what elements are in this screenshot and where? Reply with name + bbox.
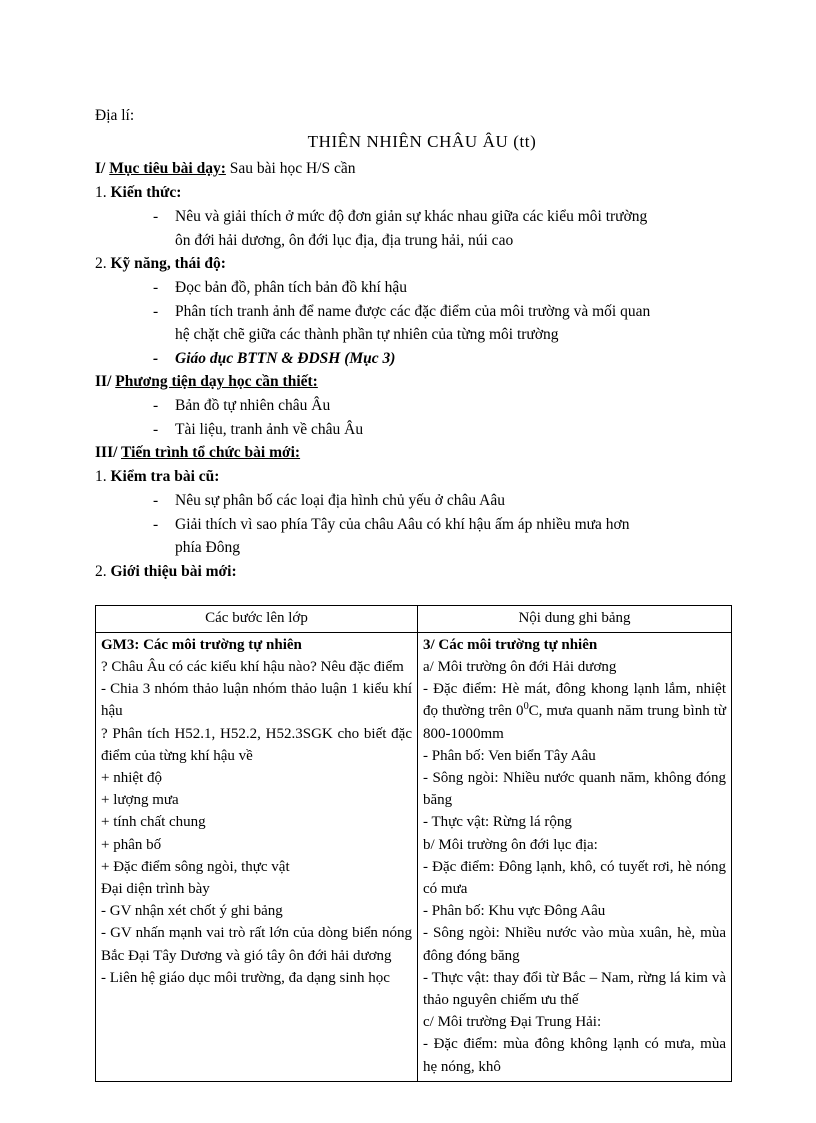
list-item: - Nêu và giải thích ở mức độ đơn giản sự…	[95, 205, 731, 252]
section-title: Tiến trình tổ chức bài mới:	[121, 444, 301, 461]
subsection-number: 2.	[95, 562, 107, 580]
cell-paragraph: - Đặc điểm: Hè mát, đông khong lạnh lắm,…	[423, 681, 726, 742]
bullet-dash: -	[153, 420, 159, 438]
cell-right-column: 3/ Các môi trường tự nhiên a/ Môi trường …	[417, 631, 732, 1082]
bullet-dash: -	[153, 397, 159, 414]
cell-paragraph: ? Châu Âu có các kiểu khí hậu nào? Nêu đ…	[101, 658, 404, 675]
bullet-dash: -	[153, 208, 159, 225]
cell-paragraph: Đại diện trình bày	[101, 880, 210, 897]
cell-paragraph: + tính chất chung	[101, 814, 206, 831]
section-heading-phuong-tien: II/ Phương tiện dạy học cần thiết:	[95, 370, 731, 394]
section-heading-muc-tieu: I/ Mục tiêu bài dạy: Sau bài học H/S cần	[95, 157, 731, 181]
bullet-dash: -	[153, 349, 159, 367]
cell-paragraph: - Đặc điểm: mùa đông không lạnh có mưa, …	[423, 1036, 726, 1075]
document-body: Địa lí: THIÊN NHIÊN CHÂU ÂU (tt) I/ Mục …	[95, 104, 732, 1082]
cell-paragraph: - Chia 3 nhóm thảo luận nhóm thảo luận 1…	[101, 681, 412, 720]
cell-paragraph: - GV nhận xét chốt ý ghi bảng	[101, 903, 283, 920]
subsection-heading-kiem-tra: 1. Kiểm tra bài cũ:	[95, 465, 731, 489]
cell-paragraph: + lượng mưa	[101, 792, 179, 809]
lesson-table-wrapper: Các bước lên lớp Nội dung ghi bảng GM3: …	[95, 604, 732, 1082]
bullet-line: Giáo dục BTTN & ĐDSH (Mục 3)	[175, 349, 396, 367]
cell-paragraph: + Đặc điểm sông ngòi, thực vật	[101, 858, 290, 875]
left-column-lines: GM3: Các môi trường tự nhiên ? Châu Âu có…	[101, 634, 412, 989]
bullet-dash: -	[153, 492, 159, 509]
cell-paragraph: - Sông ngòi: Nhiều nước quanh năm, không…	[423, 769, 726, 809]
cell-paragraph: - GV nhấn mạnh vai trò rất lớn của dòng …	[101, 925, 412, 964]
section-title: Mục tiêu bài dạy:	[109, 160, 226, 177]
cell-paragraph: - Đặc điểm: Đông lạnh, khô, có tuyết rơi…	[423, 858, 726, 897]
table-row: GM3: Các môi trường tự nhiên ? Châu Âu có…	[95, 631, 732, 1082]
right-column-lines: 3/ Các môi trường tự nhiên a/ Môi trường …	[423, 634, 726, 1078]
cell-paragraph: c/ Môi trường Đại Trung Hải:	[423, 1014, 602, 1031]
bullet-line: Nêu và giải thích ở mức độ đơn giản sự k…	[175, 208, 648, 225]
subsection-heading-ky-nang: 2. Kỹ năng, thái độ:	[95, 252, 731, 276]
section-trailing: Sau bài học H/S cần	[225, 160, 356, 177]
subsection-title: Kiểm tra bài cũ:	[110, 468, 220, 485]
subsection-heading-gioi-thieu: 2. Giới thiệu bài mới:	[95, 560, 731, 584]
section-prefix: I/	[95, 160, 106, 177]
bullet-line: ôn đới hải dương, ôn đới lục địa, địa tr…	[175, 231, 514, 249]
section-title: Phương tiện dạy học cần thiết:	[115, 373, 318, 390]
subsection-heading-kien-thuc: 1. Kiến thức:	[95, 181, 731, 205]
subsection-number: 1.	[95, 184, 107, 201]
cell-paragraph: + phân bố	[101, 836, 162, 853]
column-header-steps: Các bước lên lớp	[95, 604, 418, 633]
subsection-title: Kỹ năng, thái độ:	[110, 255, 226, 272]
list-item: - Nêu sự phân bố các loại địa hình chủ y…	[95, 489, 731, 513]
bullet-line: hệ chặt chẽ giữa các thành phần tự nhiên…	[175, 326, 559, 343]
subsection-title: Giới thiệu bài mới:	[110, 562, 237, 580]
bullet-line: phía Đông	[175, 539, 241, 556]
list-item-emphasis: - Giáo dục BTTN & ĐDSH (Mục 3)	[95, 347, 731, 371]
subsection-number: 2.	[95, 255, 107, 272]
section-prefix: III/	[95, 444, 118, 461]
bullet-line: Nêu sự phân bố các loại địa hình chủ yếu…	[175, 492, 505, 509]
cell-paragraph: - Thực vật: Rừng lá rộng	[423, 814, 572, 831]
bullet-dash: -	[153, 302, 159, 320]
subsection-number: 1.	[95, 468, 107, 485]
document-page: Địa lí: THIÊN NHIÊN CHÂU ÂU (tt) I/ Mục …	[0, 0, 816, 1123]
cell-paragraph: GM3: Các môi trường tự nhiên	[101, 636, 302, 653]
table-header-row: Các bước lên lớp Nội dung ghi bảng	[95, 604, 732, 633]
cell-paragraph: 3/ Các môi trường tự nhiên	[423, 636, 598, 653]
section-heading-tien-trinh: III/ Tiến trình tổ chức bài mới:	[95, 441, 731, 465]
list-item: - Tài liệu, tranh ảnh về châu Âu	[95, 418, 731, 442]
bullet-line: Đọc bản đồ, phân tích bản đồ khí hậu	[175, 279, 408, 296]
cell-paragraph: + nhiệt độ	[101, 769, 162, 786]
degree-superscript: 0	[523, 701, 529, 713]
column-header-content: Nội dung ghi bảng	[417, 604, 732, 633]
section-prefix: II/	[95, 373, 112, 390]
subsection-title: Kiến thức:	[110, 184, 182, 201]
subject-label: Địa lí:	[95, 107, 135, 124]
bullet-dash: -	[153, 515, 159, 533]
cell-paragraph: ? Phân tích H52.1, H52.2, H52.3SGK cho b…	[101, 725, 412, 764]
page-title: THIÊN NHIÊN CHÂU ÂU (tt)	[307, 132, 537, 151]
bullet-line: Bản đồ tự nhiên châu Âu	[175, 397, 331, 414]
cell-paragraph: b/ Môi trường ôn đới lục địa:	[423, 836, 598, 853]
lesson-plan-table: Các bước lên lớp Nội dung ghi bảng GM3: …	[95, 604, 732, 1082]
cell-paragraph: - Thực vật: thay đổi từ Bắc – Nam, rừng …	[423, 969, 726, 1008]
list-item: - Đọc bản đồ, phân tích bản đồ khí hậu	[95, 276, 731, 300]
cell-paragraph: - Liên hệ giáo dục môi trường, đa dạng s…	[101, 969, 390, 986]
list-item: - Giải thích vì sao phía Tây của châu Aâ…	[95, 513, 731, 560]
list-item: - Phân tích tranh ảnh để name được các đ…	[95, 300, 731, 347]
list-item: - Bản đồ tự nhiên châu Âu	[95, 394, 731, 418]
cell-paragraph: - Phân bố: Ven biển Tây Aâu	[423, 747, 596, 764]
cell-left-column: GM3: Các môi trường tự nhiên ? Châu Âu có…	[95, 631, 418, 1082]
bullet-dash: -	[153, 279, 159, 296]
bullet-line: Tài liệu, tranh ảnh về châu Âu	[175, 420, 364, 438]
bullet-line: Giải thích vì sao phía Tây của châu Aâu …	[175, 515, 630, 533]
bullet-line: Phân tích tranh ảnh để name được các đặc…	[175, 302, 651, 320]
cell-paragraph: - Phân bố: Khu vực Đông Aâu	[423, 903, 606, 920]
cell-paragraph: - Sông ngòi: Nhiều nước vào mùa xuân, hè…	[423, 925, 726, 964]
cell-paragraph: a/ Môi trường ôn đới Hải dương	[423, 658, 617, 675]
